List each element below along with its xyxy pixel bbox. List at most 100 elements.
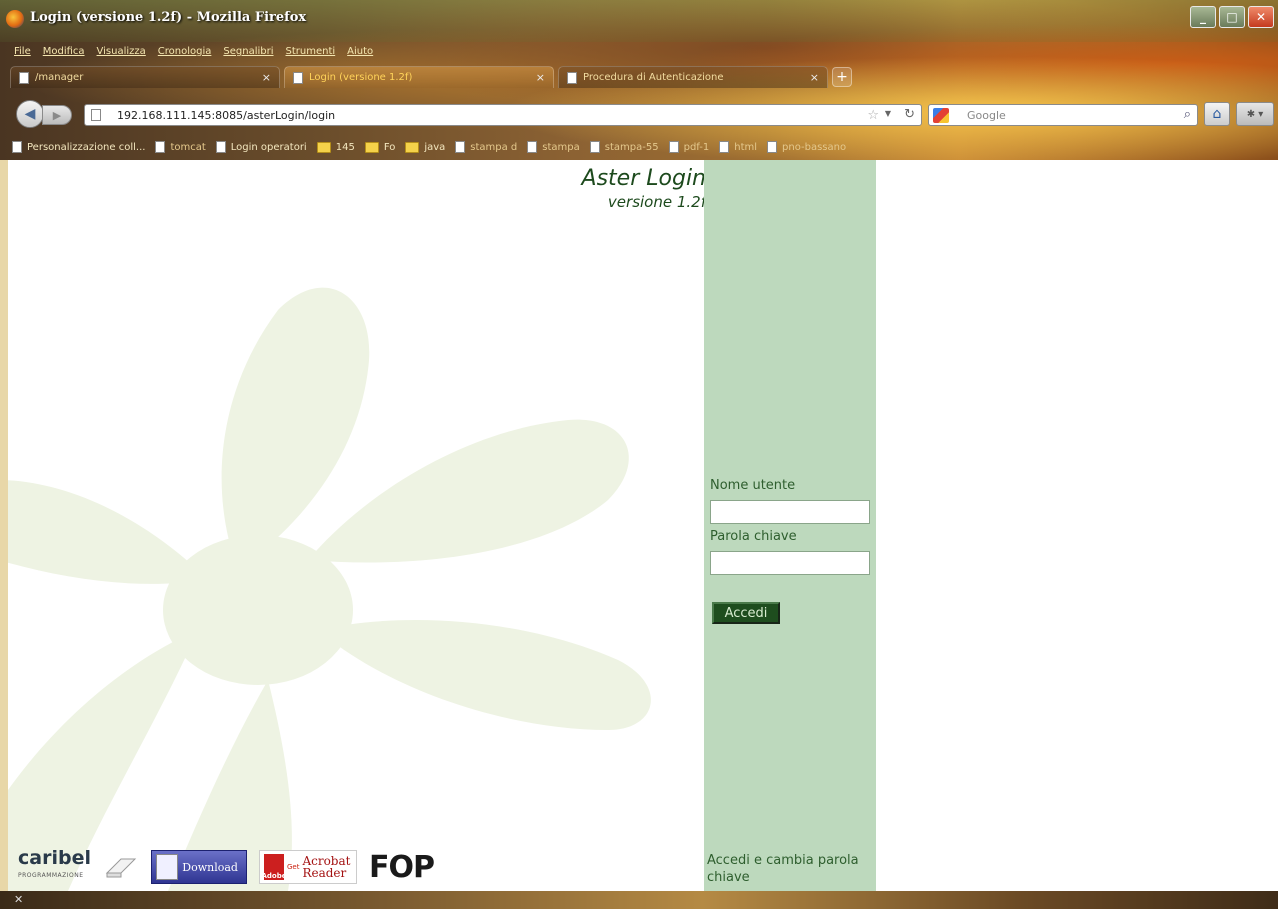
url-text: 192.168.111.145:8085/asterLogin/login (117, 108, 336, 122)
menu-aiuto[interactable]: Aiuto (347, 46, 373, 57)
bookmark-folder[interactable]: 145 (316, 141, 355, 153)
acrobat-get-label: Get (286, 863, 300, 871)
bookmarks-toolbar: Personalizzazione coll... tomcat Login o… (12, 138, 846, 156)
menu-bar: File Modifica Visualizza Cronologia Segn… (14, 46, 373, 57)
bookmark-label: tomcat (170, 141, 206, 153)
bookmark-item[interactable]: html (719, 141, 757, 153)
folder-icon (316, 141, 331, 153)
tab-close-icon[interactable]: × (536, 71, 545, 84)
page-icon (719, 141, 730, 153)
login-panel: Nome utente Parola chiave Accedi Accedi … (704, 160, 876, 891)
page-content: Aster Login versione 1.2f Nome utente Pa… (8, 160, 1278, 891)
tab-label: Login (versione 1.2f) (309, 72, 413, 83)
menu-segnalibri[interactable]: Segnalibri (223, 46, 273, 57)
eraser-icon (105, 858, 137, 878)
bookmark-label: 145 (335, 141, 355, 153)
bookmark-item[interactable]: stampa (527, 141, 580, 153)
new-tab-button[interactable]: + (832, 67, 852, 87)
caribel-logo-text: caribel (18, 847, 91, 869)
page-icon (91, 109, 101, 121)
page-title: Aster Login (581, 166, 706, 191)
bookmark-item[interactable]: stampa d (455, 141, 517, 153)
bookmark-item[interactable]: pdf-1 (668, 141, 710, 153)
menu-file[interactable]: File (14, 46, 31, 57)
dropdown-icon[interactable]: ▼ (885, 109, 891, 118)
addon-button[interactable]: ✱ ▾ (1236, 102, 1274, 126)
window-title: Login (versione 1.2f) - Mozilla Firefox (30, 10, 307, 25)
bookmark-folder[interactable]: java (405, 141, 445, 153)
username-label: Nome utente (710, 478, 796, 493)
search-bar[interactable]: Google ⌕ (928, 104, 1198, 126)
adobe-label: Adobe (261, 872, 287, 880)
change-password-link[interactable]: Accedi e cambia parola chiave (707, 852, 867, 886)
acrobat-reader-text: Acrobat Reader (302, 855, 350, 879)
password-label: Parola chiave (710, 529, 797, 544)
bookmark-item[interactable]: pno-bassano (767, 141, 846, 153)
page-icon (455, 141, 466, 153)
reload-icon[interactable]: ↻ (904, 107, 915, 122)
close-icon[interactable]: ✕ (14, 893, 23, 906)
bookmark-label: pdf-1 (683, 141, 710, 153)
url-bar[interactable]: 192.168.111.145:8085/asterLogin/login ☆ … (84, 104, 922, 126)
browser-chrome: Login (versione 1.2f) - Mozilla Firefox … (0, 0, 1278, 160)
navigation-bar: ◀ ▶ 192.168.111.145:8085/asterLogin/logi… (0, 92, 1278, 132)
bookmark-folder[interactable]: Fo (364, 141, 395, 153)
bookmark-label: stampa (542, 141, 580, 153)
page-icon (527, 141, 538, 153)
bookmark-label: Login operatori (230, 141, 307, 153)
fop-logo[interactable]: FOP (369, 850, 435, 885)
download-icon (155, 854, 178, 880)
tab-procedura[interactable]: Procedura di Autenticazione × (558, 66, 828, 88)
download-label: Download (182, 860, 238, 874)
bookmark-item[interactable]: tomcat (155, 141, 206, 153)
page-icon (767, 141, 778, 153)
caribel-logo-subtitle: PROGRAMMAZIONE (18, 872, 84, 879)
bookmark-item[interactable]: stampa-55 (589, 141, 659, 153)
bookmark-item[interactable]: Personalizzazione coll... (12, 141, 145, 153)
bookmark-label: pno-bassano (782, 141, 847, 153)
login-button[interactable]: Accedi (712, 602, 780, 624)
tab-close-icon[interactable]: × (810, 71, 819, 84)
acrobat-reader-badge[interactable]: Adobe Get Acrobat Reader (258, 850, 357, 884)
folder-icon (405, 141, 420, 153)
search-icon[interactable]: ⌕ (1184, 107, 1191, 122)
footer-logos: caribel PROGRAMMAZIONE Download Adobe Ge… (18, 849, 435, 885)
username-input[interactable] (710, 500, 870, 524)
page-icon (12, 141, 22, 153)
menu-visualizza[interactable]: Visualizza (97, 46, 146, 57)
bookmark-item[interactable]: Login operatori (215, 141, 307, 153)
password-input[interactable] (710, 551, 870, 575)
maximize-button[interactable]: □ (1219, 6, 1245, 28)
tab-strip: /manager × Login (versione 1.2f) × Proce… (10, 66, 852, 88)
menu-strumenti[interactable]: Strumenti (286, 46, 336, 57)
bookmark-star-icon[interactable]: ☆ (867, 108, 879, 123)
back-button[interactable]: ◀ (16, 100, 44, 128)
bookmark-label: stampa d (470, 141, 518, 153)
tab-manager[interactable]: /manager × (10, 66, 280, 88)
version-label: versione 1.2f (607, 193, 706, 211)
window-controls: _ □ ✕ (1190, 6, 1274, 28)
search-placeholder: Google (967, 108, 1006, 122)
menu-modifica[interactable]: Modifica (43, 46, 85, 57)
page-icon (567, 71, 577, 84)
page-icon (19, 71, 29, 84)
bookmark-label: html (734, 141, 758, 153)
page-icon (155, 141, 166, 153)
title-bar: Login (versione 1.2f) - Mozilla Firefox … (0, 0, 1278, 42)
menu-cronologia[interactable]: Cronologia (158, 46, 212, 57)
forward-button[interactable]: ▶ (42, 105, 72, 125)
firefox-icon (6, 10, 24, 28)
caribel-logo[interactable]: caribel PROGRAMMAZIONE (18, 849, 91, 885)
bookmark-label: stampa-55 (604, 141, 659, 153)
close-button[interactable]: ✕ (1248, 6, 1274, 28)
page-icon (293, 71, 303, 84)
tab-label: /manager (35, 72, 84, 83)
google-icon[interactable] (933, 108, 949, 123)
download-button[interactable]: Download (150, 850, 247, 884)
home-button[interactable]: ⌂ (1204, 102, 1230, 126)
page-icon (668, 141, 679, 153)
tab-close-icon[interactable]: × (262, 71, 271, 84)
tab-login[interactable]: Login (versione 1.2f) × (284, 66, 554, 88)
acrobat-reader-label: Reader (302, 866, 347, 880)
minimize-button[interactable]: _ (1190, 6, 1216, 28)
